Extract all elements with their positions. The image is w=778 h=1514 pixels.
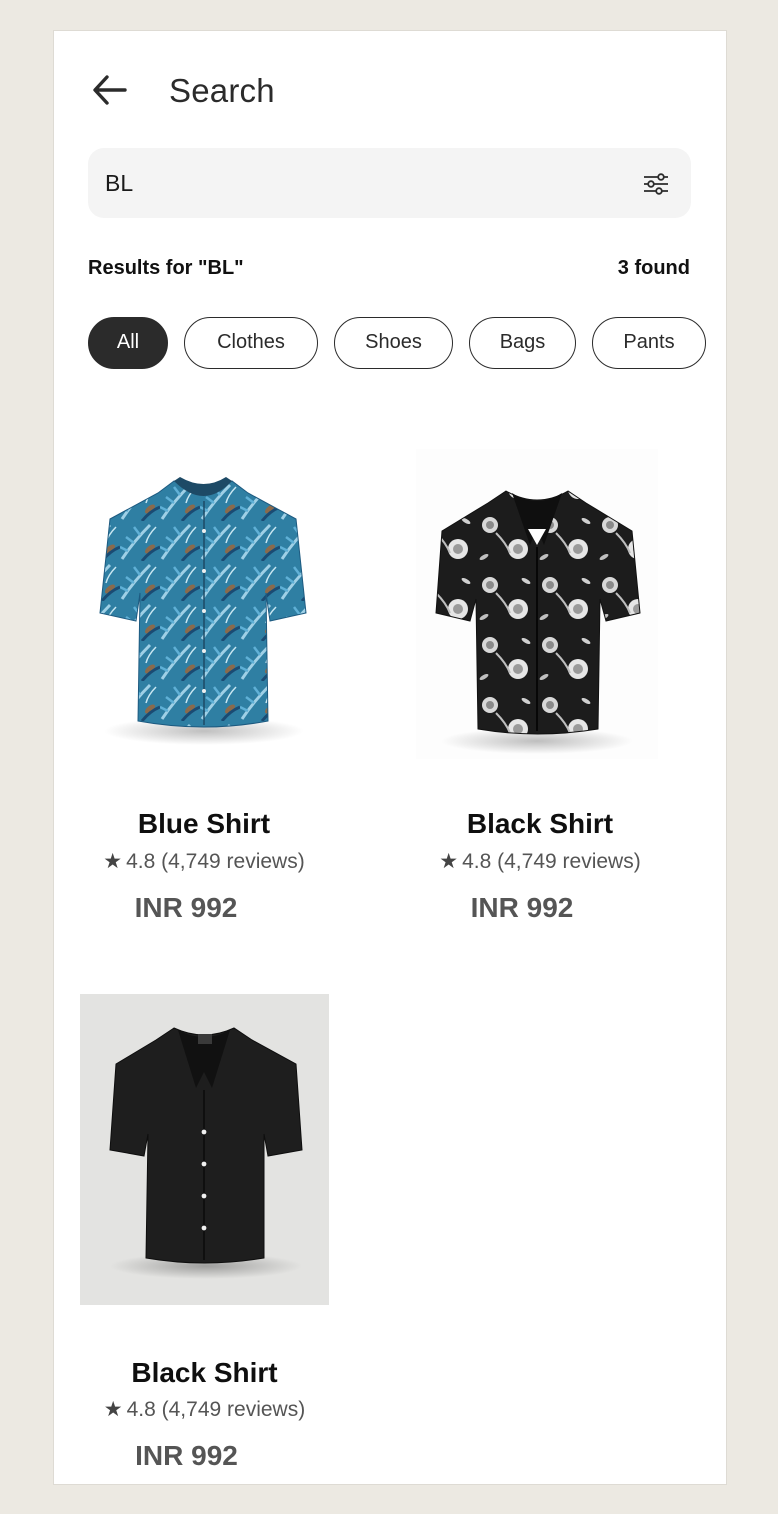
sliders-icon <box>644 173 668 195</box>
product-rating: ★ 4.8 (4,749 reviews) <box>103 1398 306 1421</box>
results-count: 3 found <box>617 257 690 279</box>
chip-clothes[interactable]: Clothes <box>184 317 318 369</box>
product-name: Black Shirt <box>131 1357 278 1388</box>
product-card[interactable]: Blue Shirt ★ 4.8 (4,749 reviews) INR 992 <box>80 441 328 923</box>
product-card[interactable]: Black Shirt ★ 4.8 (4,749 reviews) INR 992 <box>80 994 329 1471</box>
product-name: Black Shirt <box>466 808 614 839</box>
search-bar <box>88 148 691 218</box>
star-icon: ★ <box>103 850 123 873</box>
back-button[interactable] <box>90 71 130 111</box>
page-title: Search <box>169 72 275 109</box>
results-label: Results for "BL" <box>88 257 244 279</box>
filter-button[interactable] <box>641 169 671 199</box>
product-price: INR 992 <box>134 892 238 923</box>
star-icon: ★ <box>103 1398 123 1421</box>
chip-shoes[interactable]: Shoes <box>334 317 453 369</box>
chip-bags[interactable]: Bags <box>469 317 576 369</box>
search-input[interactable] <box>105 163 605 203</box>
product-rating: ★ 4.8 (4,749 reviews) <box>103 850 305 873</box>
arrow-left-icon <box>93 75 127 105</box>
chip-all[interactable]: All <box>88 317 168 369</box>
star-icon: ★ <box>439 850 459 873</box>
product-rating: ★ 4.8 (4,749 reviews) <box>439 850 641 873</box>
search-screen: Search Results for "BL" 3 found All Clot… <box>54 31 726 1484</box>
product-image <box>80 994 329 1305</box>
chip-pants[interactable]: Pants <box>592 317 706 369</box>
product-price: INR 992 <box>135 1440 238 1471</box>
product-image <box>80 441 328 751</box>
product-name: Blue Shirt <box>137 808 271 839</box>
product-image <box>416 449 658 759</box>
product-price: INR 992 <box>470 892 574 923</box>
product-card[interactable]: Black Shirt ★ 4.8 (4,749 reviews) INR 992 <box>416 441 664 923</box>
